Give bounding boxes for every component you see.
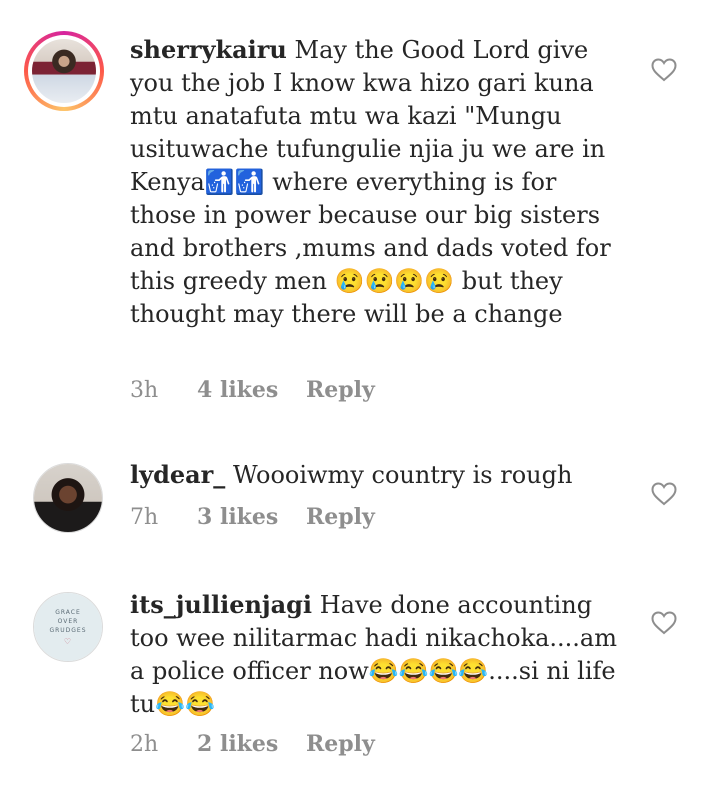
comment-sherrykairu: sherrykairu May the Good Lord give you t… <box>0 0 720 420</box>
avatar-sherrykairu[interactable] <box>24 31 104 111</box>
comment-meta: 7h 3 likes Reply <box>130 504 375 530</box>
comment-likes[interactable]: 3 likes <box>197 504 306 530</box>
comment-username[interactable]: lydear_ <box>130 460 225 489</box>
avatar-text-line: GRACE <box>55 609 81 616</box>
comment-text: its_jullienjagi Have done accounting too… <box>130 588 630 721</box>
comment-time: 7h <box>130 505 159 530</box>
comment-username[interactable]: sherrykairu <box>130 35 287 64</box>
comment-username[interactable]: its_jullienjagi <box>130 590 312 619</box>
reply-button[interactable]: Reply <box>306 377 375 403</box>
comment-its_jullienjagi: GRACE OVER GRUDGES ♡ its_jullienjagi Hav… <box>0 550 720 791</box>
avatar-its_jullienjagi[interactable]: GRACE OVER GRUDGES ♡ <box>33 592 103 662</box>
comment-time: 2h <box>130 732 159 757</box>
reply-button[interactable]: Reply <box>306 731 375 757</box>
comment-meta: 2h 2 likes Reply <box>130 731 375 757</box>
comment-text: sherrykairu May the Good Lord give you t… <box>130 33 630 331</box>
avatar-text-line: GRUDGES <box>49 627 87 634</box>
reply-button[interactable]: Reply <box>306 504 375 530</box>
heart-outline-icon[interactable] <box>651 482 677 506</box>
comment-lydear: lydear_ Woooiwmy country is rough 7h 3 li… <box>0 420 720 550</box>
comment-likes[interactable]: 2 likes <box>197 731 306 757</box>
comment-likes[interactable]: 4 likes <box>197 377 306 403</box>
avatar-text-line: OVER <box>57 618 79 625</box>
avatar-lydear[interactable] <box>33 463 103 533</box>
comment-text: lydear_ Woooiwmy country is rough <box>130 458 630 492</box>
comment-time: 3h <box>130 378 159 403</box>
comment-body: May the Good Lord give you the job I kno… <box>130 36 611 328</box>
comment-body: Woooiwmy country is rough <box>232 461 573 489</box>
heart-outline-icon[interactable] <box>651 58 677 82</box>
heart-doodle-icon: ♡ <box>63 637 73 646</box>
comment-meta: 3h 4 likes Reply <box>130 377 375 403</box>
heart-outline-icon[interactable] <box>651 611 677 635</box>
